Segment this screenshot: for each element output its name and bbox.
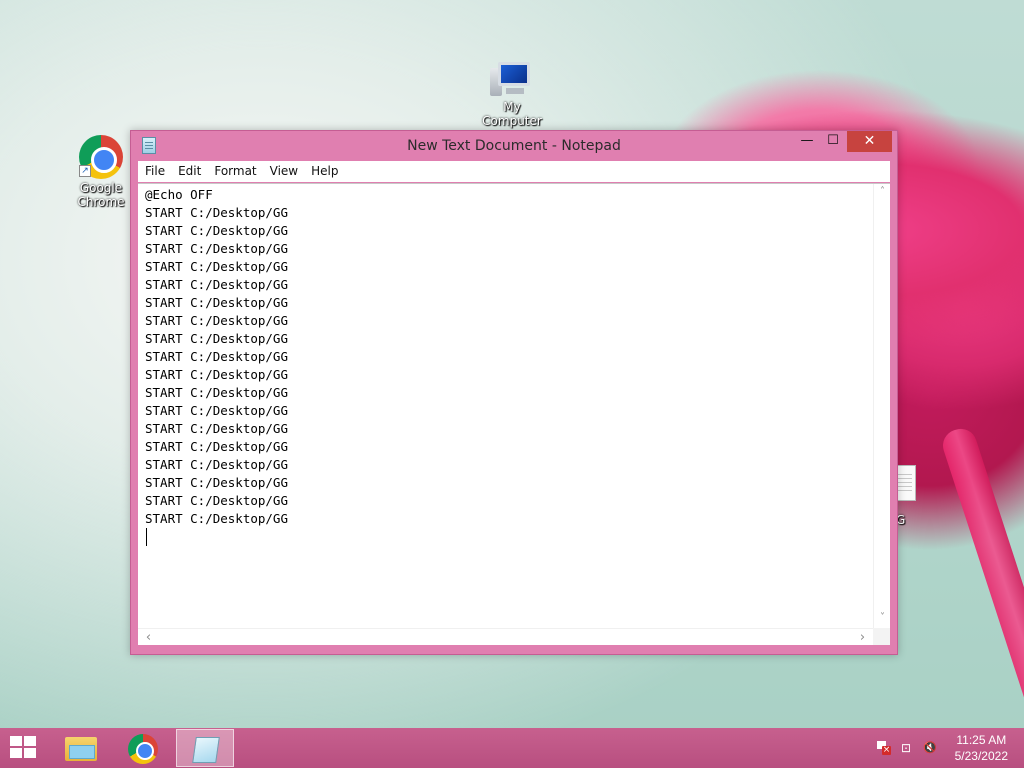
system-clock[interactable]: 11:25 AM 5/23/2022 — [955, 732, 1008, 764]
scroll-left-icon[interactable]: ‹ — [140, 630, 157, 645]
chrome-icon — [128, 734, 158, 764]
text-line: START C:/Desktop/GG — [145, 457, 288, 472]
text-line: START C:/Desktop/GG — [145, 277, 288, 292]
window-title: New Text Document - Notepad — [407, 138, 621, 154]
chrome-icon: ↗ — [79, 135, 123, 179]
scroll-down-icon[interactable]: ˅ — [874, 612, 891, 623]
network-icon[interactable]: ⊡ — [898, 740, 914, 756]
taskbar-item-google-chrome[interactable] — [114, 729, 172, 767]
text-line: START C:/Desktop/GG — [145, 385, 288, 400]
wallpaper-flower-stem — [938, 424, 1024, 740]
desktop-icon-my-computer[interactable]: My Computer — [472, 60, 552, 128]
text-line: START C:/Desktop/GG — [145, 313, 288, 328]
desktop-icon-label: Google — [79, 181, 123, 195]
text-content[interactable]: @Echo OFF START C:/Desktop/GG START C:/Des… — [145, 186, 865, 628]
computer-icon — [490, 60, 534, 98]
text-line: START C:/Desktop/GG — [145, 421, 288, 436]
text-line: @Echo OFF — [145, 187, 213, 202]
text-line: START C:/Desktop/GG — [145, 295, 288, 310]
minimize-button[interactable]: — — [793, 131, 821, 152]
text-line: START C:/Desktop/GG — [145, 475, 288, 490]
desktop-icon-google-chrome[interactable]: ↗ Google Chrome — [61, 135, 141, 209]
taskbar-item-file-explorer[interactable] — [52, 729, 110, 767]
scroll-right-icon[interactable]: › — [854, 630, 871, 645]
scrollbar-corner — [873, 628, 890, 645]
clock-date: 5/23/2022 — [954, 749, 1008, 763]
volume-muted-icon[interactable]: 🔇 — [922, 740, 938, 756]
windows-logo-icon — [10, 736, 22, 746]
title-bar[interactable]: New Text Document - Notepad — ☐ ✕ — [131, 131, 897, 161]
text-line: START C:/Desktop/GG — [145, 403, 288, 418]
folder-icon — [65, 737, 97, 761]
start-button[interactable] — [10, 736, 38, 760]
text-line: START C:/Desktop/GG — [145, 493, 288, 508]
notepad-window: New Text Document - Notepad — ☐ ✕ File Ed… — [130, 130, 898, 655]
menu-view[interactable]: View — [263, 161, 304, 182]
text-line: START C:/Desktop/GG — [145, 349, 288, 364]
text-line: START C:/Desktop/GG — [145, 241, 288, 256]
text-line: START C:/Desktop/GG — [145, 439, 288, 454]
maximize-button[interactable]: ☐ — [819, 131, 847, 152]
desktop-icon-label: My Computer — [482, 100, 542, 128]
close-button[interactable]: ✕ — [847, 131, 892, 152]
text-line: START C:/Desktop/GG — [145, 511, 288, 526]
horizontal-scrollbar[interactable]: ‹ › — [138, 628, 873, 645]
text-line: START C:/Desktop/GG — [145, 367, 288, 382]
menu-edit[interactable]: Edit — [171, 161, 207, 182]
text-editor[interactable]: @Echo OFF START C:/Desktop/GG START C:/Des… — [138, 183, 890, 645]
text-caret — [146, 528, 147, 546]
menu-file[interactable]: File — [138, 161, 171, 182]
text-line: START C:/Desktop/GG — [145, 205, 288, 220]
action-center-flag-icon[interactable] — [874, 740, 891, 756]
text-line: START C:/Desktop/GG — [145, 259, 288, 274]
menu-format[interactable]: Format — [207, 161, 262, 182]
desktop-icon-label: Chrome — [77, 195, 125, 209]
menu-bar: File Edit Format View Help — [138, 161, 890, 182]
menu-help[interactable]: Help — [304, 161, 344, 182]
text-line: START C:/Desktop/GG — [145, 223, 288, 238]
text-line: START C:/Desktop/GG — [145, 331, 288, 346]
scroll-up-icon[interactable]: ˄ — [874, 186, 891, 197]
taskbar-item-notepad[interactable] — [176, 729, 234, 767]
shortcut-arrow-icon: ↗ — [79, 165, 91, 177]
notepad-icon — [192, 737, 220, 763]
clock-time: 11:25 AM — [956, 733, 1007, 747]
vertical-scrollbar[interactable]: ˄ ˅ — [873, 184, 890, 629]
taskbar: ⊡ 🔇 11:25 AM 5/23/2022 — [0, 728, 1024, 768]
